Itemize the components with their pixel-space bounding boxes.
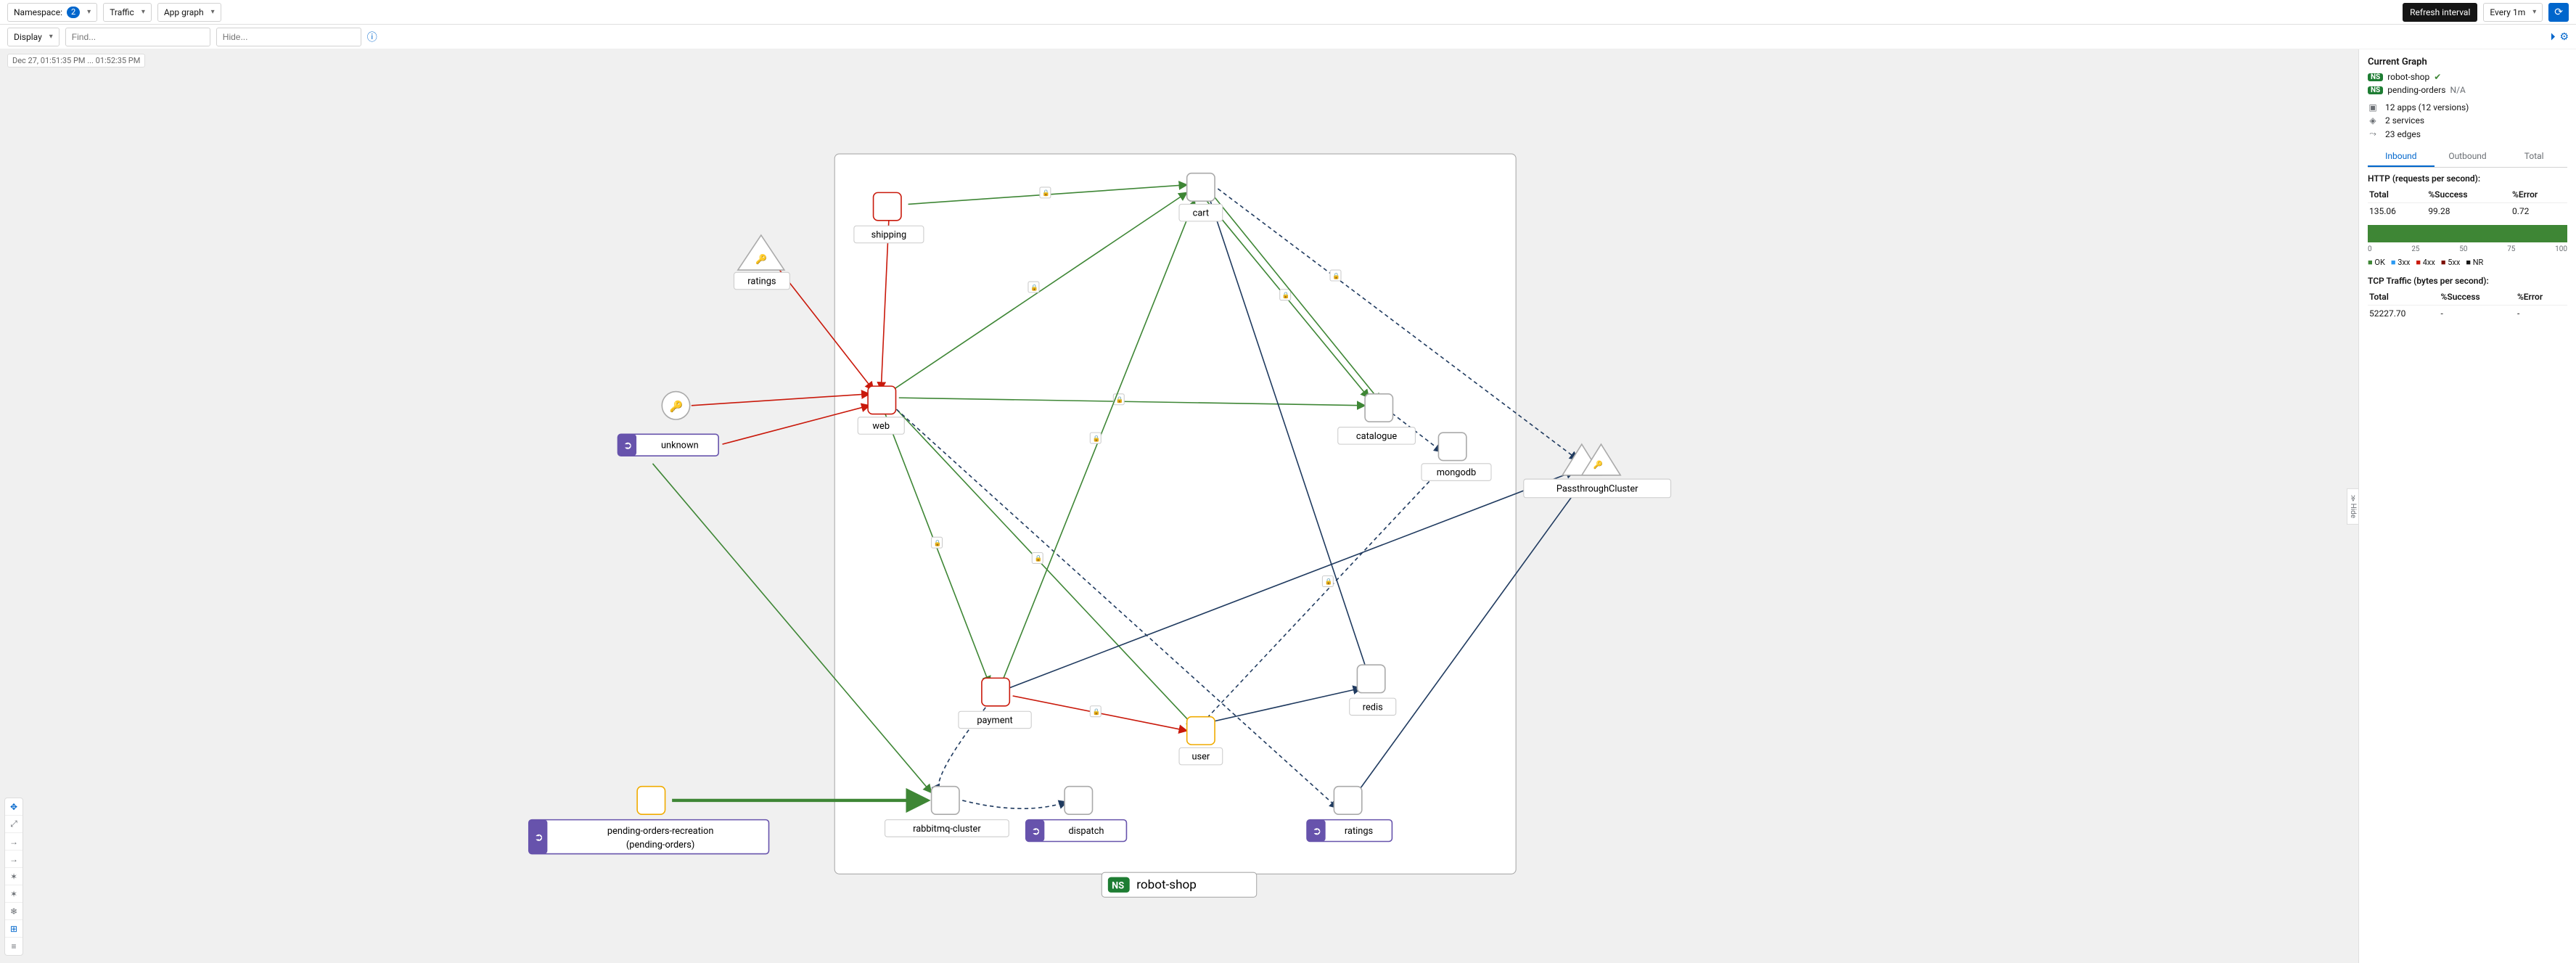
svg-text:mongodb: mongodb bbox=[1437, 467, 1476, 478]
traffic-label: Traffic bbox=[110, 7, 134, 17]
svg-text:🔒: 🔒 bbox=[1282, 291, 1290, 299]
graph-type-label: App graph bbox=[164, 7, 204, 17]
namespace-count-badge: 2 bbox=[67, 7, 80, 18]
toolbar-filter: Display ⓘ ⏵ ⚙ bbox=[0, 25, 2576, 49]
svg-text:➲: ➲ bbox=[534, 830, 543, 843]
svg-text:rabbitmq-cluster: rabbitmq-cluster bbox=[913, 824, 981, 835]
svg-text:🔑: 🔑 bbox=[670, 400, 684, 413]
namespace-dropdown[interactable]: Namespace: 2 bbox=[7, 3, 97, 22]
svg-text:PassthroughCluster: PassthroughCluster bbox=[1556, 483, 1638, 494]
svg-text:🔒: 🔒 bbox=[1034, 554, 1042, 562]
svg-text:user: user bbox=[1191, 752, 1210, 763]
graph-tool-palette: ✥ ⤢ → → ✶ ✶ ❄ ⊞ ≡ bbox=[4, 798, 23, 956]
namespace-label: NS robot-shop bbox=[1102, 872, 1256, 897]
node-pending-orders[interactable]: ➲ pending-orders-recreation (pending-ord… bbox=[529, 787, 769, 854]
side-title: Current Graph bbox=[2368, 57, 2567, 67]
svg-text:(pending-orders): (pending-orders) bbox=[626, 840, 694, 851]
tool-fit-icon[interactable]: ⤢ bbox=[5, 816, 22, 833]
svg-text:catalogue: catalogue bbox=[1356, 431, 1397, 442]
find-input[interactable] bbox=[65, 28, 210, 46]
svg-text:pending-orders-recreation: pending-orders-recreation bbox=[607, 826, 713, 837]
svg-text:➲: ➲ bbox=[623, 439, 633, 452]
svg-text:🔒: 🔒 bbox=[1093, 435, 1101, 443]
svg-text:cart: cart bbox=[1193, 208, 1209, 219]
svg-text:🔒: 🔒 bbox=[1093, 708, 1101, 716]
tcp-table: Total %Success %Error 52227.70 - - bbox=[2368, 289, 2567, 321]
tool-arrow2-icon[interactable]: → bbox=[5, 851, 22, 868]
refresh-icon: ⟳ bbox=[2554, 7, 2563, 18]
tab-total[interactable]: Total bbox=[2501, 147, 2567, 167]
display-dropdown[interactable]: Display bbox=[7, 28, 60, 46]
tool-star2-icon[interactable]: ✶ bbox=[5, 885, 22, 903]
edges-icon: ⤳ bbox=[2368, 128, 2378, 139]
tool-grid-icon[interactable]: ⊞ bbox=[5, 920, 22, 938]
http-table: Total %Success %Error 135.06 99.28 0.72 bbox=[2368, 187, 2567, 219]
tool-star1-icon[interactable]: ✶ bbox=[5, 868, 22, 885]
apps-icon: ▣ bbox=[2368, 102, 2378, 112]
graph-canvas[interactable]: Dec 27, 01:51:35 PM ... 01:52:35 PM 🔒 bbox=[0, 49, 2358, 963]
svg-text:NS: NS bbox=[1112, 881, 1124, 892]
svg-text:🔒: 🔒 bbox=[1042, 189, 1050, 197]
tool-text-icon[interactable]: ≡ bbox=[5, 938, 22, 955]
graph-svg: 🔒 🔒 🔒 🔒 🔒 🔒 bbox=[0, 49, 2358, 963]
refresh-every-dropdown[interactable]: Every 1m bbox=[2483, 3, 2543, 22]
side-ns-row-1: NS robot-shop ✔ bbox=[2368, 72, 2567, 82]
toolbar-top: Namespace: 2 Traffic App graph Refresh i… bbox=[0, 0, 2576, 25]
svg-text:unknown: unknown bbox=[661, 440, 699, 451]
tool-arrow1-icon[interactable]: → bbox=[5, 833, 22, 851]
svg-text:dispatch: dispatch bbox=[1068, 826, 1104, 837]
refresh-now-button[interactable]: ⟳ bbox=[2548, 3, 2569, 22]
http-legend: OK 3xx 4xx 5xx NR bbox=[2368, 258, 2567, 267]
svg-text:shipping: shipping bbox=[871, 229, 907, 240]
node-ratings-triangle[interactable]: 🔑 ratings bbox=[734, 235, 790, 290]
namespace-label: Namespace: bbox=[14, 7, 62, 17]
ns-badge: NS bbox=[2368, 86, 2383, 94]
svg-text:payment: payment bbox=[977, 715, 1012, 726]
svg-text:🔒: 🔒 bbox=[934, 539, 942, 547]
tool-drag-icon[interactable]: ✥ bbox=[5, 798, 22, 816]
traffic-dropdown[interactable]: Traffic bbox=[103, 3, 152, 22]
svg-text:🔒: 🔒 bbox=[1332, 272, 1340, 280]
svg-text:🔒: 🔒 bbox=[1030, 284, 1038, 292]
svg-text:robot-shop: robot-shop bbox=[1136, 878, 1196, 893]
check-icon: ✔ bbox=[2434, 72, 2441, 82]
tab-inbound[interactable]: Inbound bbox=[2368, 147, 2435, 167]
svg-text:🔑: 🔑 bbox=[1593, 460, 1603, 470]
svg-text:redis: redis bbox=[1363, 702, 1383, 713]
ns-badge: NS bbox=[2368, 73, 2383, 81]
node-passthrough-cluster[interactable]: 🔑 PassthroughCluster bbox=[1524, 444, 1671, 498]
svg-text:ratings: ratings bbox=[747, 276, 776, 287]
side-ns-row-2: NS pending-orders N/A bbox=[2368, 85, 2567, 95]
http-success-bar bbox=[2368, 225, 2567, 242]
hide-panel-toggle[interactable]: ≫ Hide bbox=[2347, 488, 2358, 524]
svg-text:🔒: 🔒 bbox=[1325, 578, 1333, 586]
http-bar-ticks: 0 25 50 75 100 bbox=[2368, 245, 2567, 253]
svg-text:🔒: 🔒 bbox=[1116, 396, 1124, 403]
settings-icon[interactable]: ⚙ bbox=[2559, 31, 2569, 43]
node-unknown-gateway[interactable]: ➲ unknown bbox=[618, 434, 718, 456]
svg-text:🔑: 🔑 bbox=[755, 253, 767, 265]
hide-input[interactable] bbox=[216, 28, 361, 46]
tab-outbound[interactable]: Outbound bbox=[2435, 147, 2501, 167]
replay-icon[interactable]: ⏵ bbox=[2550, 31, 2555, 43]
services-icon: ◈ bbox=[2368, 115, 2378, 126]
tcp-section-title: TCP Traffic (bytes per second): bbox=[2368, 276, 2567, 286]
svg-text:➲: ➲ bbox=[1031, 824, 1041, 837]
time-range-display: Dec 27, 01:51:35 PM ... 01:52:35 PM bbox=[7, 54, 145, 67]
graph-type-dropdown[interactable]: App graph bbox=[157, 3, 221, 22]
node-unknown-circle[interactable]: 🔑 bbox=[662, 392, 689, 419]
svg-text:ratings: ratings bbox=[1345, 826, 1373, 837]
help-icon[interactable]: ⓘ bbox=[367, 30, 377, 44]
svg-text:➲: ➲ bbox=[1313, 824, 1322, 837]
http-section-title: HTTP (requests per second): bbox=[2368, 173, 2567, 184]
tool-snow-icon[interactable]: ❄ bbox=[5, 903, 22, 920]
side-panel: Current Graph NS robot-shop ✔ NS pending… bbox=[2358, 49, 2576, 963]
svg-text:web: web bbox=[872, 421, 890, 432]
traffic-tabs: Inbound Outbound Total bbox=[2368, 147, 2567, 168]
refresh-interval-button[interactable]: Refresh interval bbox=[2403, 3, 2477, 22]
